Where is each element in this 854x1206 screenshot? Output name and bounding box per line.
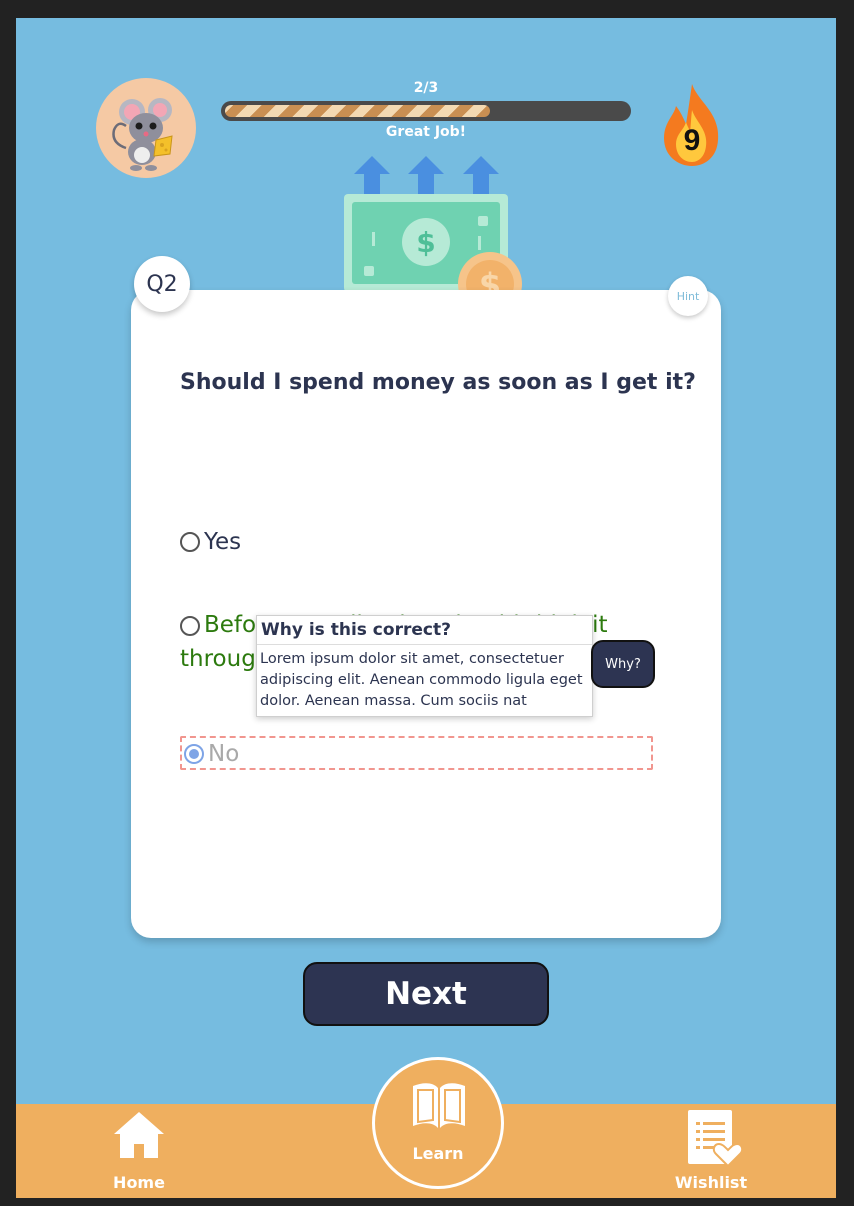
- hint-button[interactable]: Hint: [668, 276, 708, 316]
- nav-home-label: Home: [113, 1173, 165, 1192]
- progress-bar: [221, 101, 631, 121]
- progress-caption: Great Job!: [385, 124, 467, 140]
- option-yes[interactable]: Yes: [180, 528, 241, 555]
- streak-counter: 9: [656, 80, 728, 170]
- mouse-avatar[interactable]: [96, 78, 196, 178]
- wishlist-icon: [688, 1110, 742, 1168]
- option-label: Yes: [204, 528, 242, 555]
- book-icon: [413, 1083, 465, 1128]
- progress-fill: [225, 105, 490, 117]
- why-button[interactable]: Why?: [591, 640, 655, 688]
- progress-label: 2/3: [413, 80, 439, 96]
- quiz-screen: 2/3 Great Job! 9 $ $ Q2 Hint Should I sp…: [16, 18, 836, 1198]
- radio-button[interactable]: [180, 615, 200, 636]
- next-button[interactable]: Next: [303, 962, 549, 1026]
- nav-wishlist-label: Wishlist: [674, 1173, 748, 1192]
- nav-learn-label: Learn: [412, 1144, 464, 1163]
- streak-count: 9: [683, 124, 701, 157]
- option-label: No: [208, 740, 240, 767]
- radio-button[interactable]: [180, 531, 200, 552]
- home-icon: [114, 1112, 164, 1158]
- svg-text:$: $: [416, 226, 435, 259]
- question-number-badge: Q2: [134, 256, 190, 312]
- nav-learn[interactable]: Learn: [372, 1057, 504, 1189]
- popover-title: Why is this correct?: [257, 616, 592, 645]
- question-text: Should I spend money as soon as I get it…: [180, 370, 696, 395]
- why-correct-popover: Why is this correct? Lorem ipsum dolor s…: [256, 615, 593, 717]
- option-no-selected[interactable]: No: [180, 736, 653, 770]
- radio-button-selected[interactable]: [184, 743, 204, 764]
- popover-body: Lorem ipsum dolor sit amet, consectetuer…: [260, 651, 583, 709]
